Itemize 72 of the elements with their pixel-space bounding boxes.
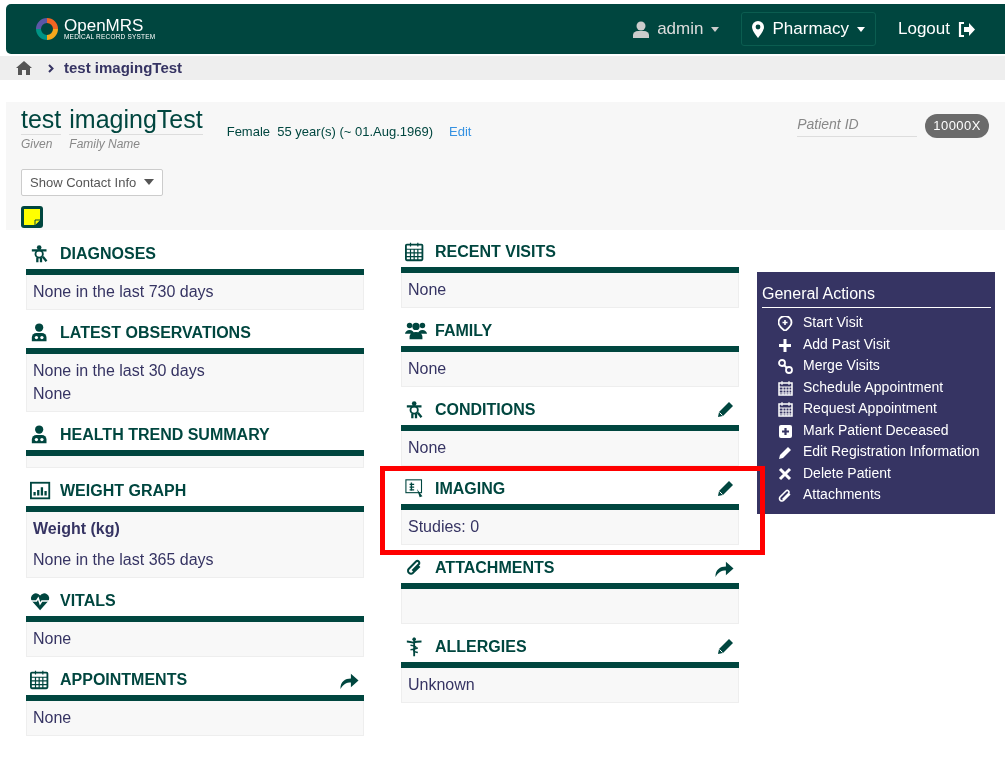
edit-icon[interactable] xyxy=(715,637,735,657)
action-link[interactable]: Merge Visits xyxy=(762,355,991,377)
calendar-icon xyxy=(778,402,793,417)
widget-subheading: Weight (kg) xyxy=(33,519,121,539)
plus-square-icon xyxy=(778,423,793,439)
family-name-label: Family Name xyxy=(69,135,141,153)
demographics-text: Female 55 year(s) (~ 01.Aug.1969) xyxy=(226,123,433,141)
action-link[interactable]: Edit Registration Information xyxy=(762,441,991,463)
logout-icon xyxy=(958,21,975,37)
home-icon xyxy=(16,61,32,75)
caret-icon xyxy=(144,179,155,186)
widget-title: RECENT VISITS xyxy=(435,242,556,262)
breadcrumb-current[interactable]: test imagingTest xyxy=(64,56,183,80)
widget-title: LATEST OBSERVATIONS xyxy=(60,323,251,343)
given-label: Given xyxy=(21,135,54,153)
user-menu[interactable]: admin xyxy=(627,15,726,43)
logout-button[interactable]: Logout xyxy=(892,15,981,43)
heart-pulse-icon xyxy=(30,590,52,612)
widget-title: DIAGNOSES xyxy=(60,244,156,264)
widget-title: FAMILY xyxy=(435,321,493,341)
plus-icon xyxy=(778,337,793,353)
widget-text: None xyxy=(33,629,73,649)
edit-icon[interactable] xyxy=(715,400,735,420)
sticky-note-icon[interactable] xyxy=(21,206,43,228)
family-name: imagingTest xyxy=(69,106,203,135)
calendar-icon xyxy=(778,380,793,396)
widget-text: None xyxy=(408,359,448,379)
widget-text: None xyxy=(408,438,448,458)
patient-id-value: 10000X xyxy=(925,114,989,138)
widget-text: None in the last 30 days xyxy=(33,361,206,381)
caret-icon xyxy=(857,26,865,32)
paperclip-icon xyxy=(778,488,793,503)
action-link[interactable]: Request Appointment xyxy=(762,398,991,420)
map-pin-icon xyxy=(778,316,793,331)
close-icon xyxy=(778,466,793,482)
widget-text: None xyxy=(33,708,73,728)
chevron-icon xyxy=(48,63,54,73)
widget-text: Studies: 0 xyxy=(408,517,481,537)
given-name: test xyxy=(21,106,62,135)
widget-title: CONDITIONS xyxy=(435,400,536,420)
widget-title: ATTACHMENTS xyxy=(435,558,555,578)
location-menu[interactable]: Pharmacy xyxy=(741,12,876,46)
edit-icon[interactable] xyxy=(715,479,735,499)
action-link[interactable]: Start Visit xyxy=(762,312,991,334)
widget-title: WEIGHT GRAPH xyxy=(60,481,187,501)
logo-icon xyxy=(34,16,60,42)
actions-title: General Actions xyxy=(762,282,991,308)
widget-text: None in the last 365 days xyxy=(33,550,215,570)
logo-text: OpenMRS xyxy=(64,17,144,35)
widget-text: None xyxy=(33,384,73,404)
group-icon xyxy=(405,320,427,342)
caret-icon xyxy=(711,26,720,32)
widget-title: APPOINTMENTS xyxy=(60,670,188,690)
bar-chart-icon xyxy=(30,480,52,502)
action-link[interactable]: Delete Patient xyxy=(762,462,991,484)
widget-title: IMAGING xyxy=(435,479,506,499)
user-icon xyxy=(633,20,650,38)
widget-text: None in the last 730 days xyxy=(33,282,215,302)
action-link[interactable]: Schedule Appointment xyxy=(762,376,991,398)
link-icon xyxy=(778,359,793,374)
patient-id-label: Patient ID xyxy=(797,114,918,138)
widget-text: Unknown xyxy=(408,675,476,695)
widget-text: None xyxy=(408,280,448,300)
pencil-icon xyxy=(778,445,793,460)
action-link[interactable]: Attachments xyxy=(762,484,991,506)
widget-title: VITALS xyxy=(60,591,116,611)
action-link[interactable]: Add Past Visit xyxy=(762,333,991,355)
action-link[interactable]: Mark Patient Deceased xyxy=(762,419,991,441)
widget-title: HEALTH TREND SUMMARY xyxy=(60,425,270,445)
show-contact-button[interactable]: Show Contact Info xyxy=(21,168,164,196)
map-pin-icon xyxy=(752,20,765,38)
widget-title: ALLERGIES xyxy=(435,637,527,657)
